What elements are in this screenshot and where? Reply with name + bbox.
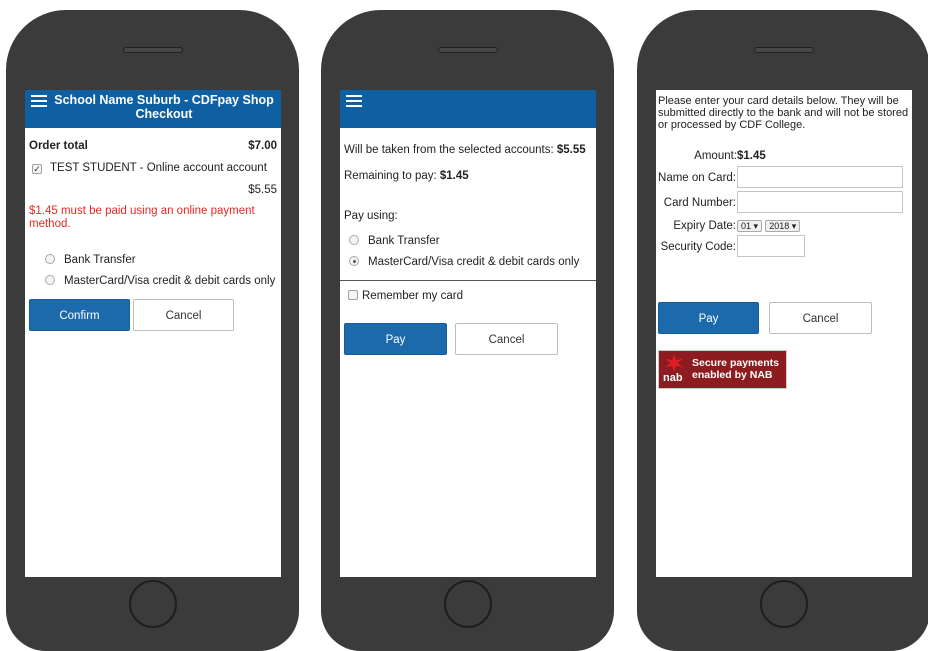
cancel-button[interactable]: Cancel bbox=[455, 323, 558, 355]
home-button[interactable] bbox=[128, 580, 177, 628]
taken-amount: $5.55 bbox=[556, 144, 586, 156]
security-code-input[interactable] bbox=[737, 235, 805, 257]
taken-text: Will be taken from the selected accounts… bbox=[344, 144, 557, 156]
nab-badge-line1: Secure payments bbox=[692, 357, 779, 369]
home-button[interactable] bbox=[759, 580, 808, 628]
taken-from-accounts: Will be taken from the selected accounts… bbox=[344, 144, 586, 156]
app-header bbox=[340, 90, 596, 128]
account-label: TEST STUDENT - Online account account bbox=[50, 162, 267, 174]
amount-label: Amount: bbox=[694, 150, 737, 162]
phone-speaker bbox=[437, 47, 498, 53]
card-number-label: Card Number: bbox=[663, 197, 736, 209]
option-label: MasterCard/Visa credit & debit cards onl… bbox=[368, 256, 580, 268]
nab-logo-text: nab bbox=[663, 372, 683, 384]
option-card[interactable]: MasterCard/Visa credit & debit cards onl… bbox=[349, 256, 579, 268]
page-title: School Name Suburb - CDFpay Shop Checkou… bbox=[54, 93, 274, 121]
cancel-button[interactable]: Cancel bbox=[769, 302, 872, 334]
remember-label: Remember my card bbox=[362, 290, 463, 302]
card-details-screen: Please enter your card details below. Th… bbox=[656, 90, 912, 577]
card-intro-text: Please enter your card details below. Th… bbox=[658, 95, 909, 131]
remaining-amount: $1.45 bbox=[439, 170, 469, 182]
name-label: Name on Card: bbox=[658, 172, 736, 184]
nab-secure-payments-badge: nab Secure payments enabled by NAB bbox=[658, 350, 787, 389]
divider bbox=[340, 280, 596, 281]
cancel-button[interactable]: Cancel bbox=[133, 299, 234, 331]
checkbox-checked-icon[interactable]: ✓ bbox=[32, 164, 42, 174]
expiry-selects: 01 ▾ 2018 ▾ bbox=[737, 220, 801, 233]
radio-selected-icon[interactable] bbox=[349, 256, 359, 266]
option-bank-transfer[interactable]: Bank Transfer bbox=[349, 235, 440, 247]
amount-value: $1.45 bbox=[737, 150, 766, 162]
remaining-text: Remaining to pay: bbox=[344, 170, 440, 182]
phone-speaker bbox=[753, 47, 814, 53]
account-checkbox-row[interactable]: ✓ TEST STUDENT - Online account account bbox=[32, 162, 267, 174]
pay-button[interactable]: Pay bbox=[658, 302, 759, 334]
option-bank-transfer[interactable]: Bank Transfer bbox=[45, 254, 136, 266]
phone-frame-1: School Name Suburb - CDFpay Shop Checkou… bbox=[6, 10, 299, 651]
order-total-label: Order total bbox=[29, 140, 88, 152]
checkbox-unchecked-icon[interactable] bbox=[348, 290, 358, 300]
card-number-input[interactable] bbox=[737, 191, 903, 213]
radio-unselected-icon[interactable] bbox=[349, 235, 359, 245]
pay-button[interactable]: Pay bbox=[344, 323, 447, 355]
expiry-month-select[interactable]: 01 ▾ bbox=[737, 220, 763, 232]
security-code-label: Security Code: bbox=[660, 241, 736, 253]
option-card[interactable]: MasterCard/Visa credit & debit cards onl… bbox=[45, 275, 275, 287]
home-button[interactable] bbox=[443, 580, 492, 628]
radio-unselected-icon[interactable] bbox=[45, 254, 55, 264]
order-total-value: $7.00 bbox=[248, 140, 277, 152]
pay-using-label: Pay using: bbox=[344, 210, 398, 222]
phone-speaker bbox=[122, 47, 183, 53]
hamburger-menu-icon[interactable] bbox=[346, 95, 362, 107]
option-label: Bank Transfer bbox=[368, 235, 440, 247]
confirm-button[interactable]: Confirm bbox=[29, 299, 130, 331]
phone-frame-3: Please enter your card details below. Th… bbox=[637, 10, 928, 651]
amount-row: Amount: bbox=[656, 150, 737, 162]
phone-frame-2: Will be taken from the selected accounts… bbox=[321, 10, 614, 651]
payment-warning: $1.45 must be paid using an online payme… bbox=[29, 205, 255, 230]
nab-badge-text: Secure payments enabled by NAB bbox=[692, 357, 779, 381]
radio-unselected-icon[interactable] bbox=[45, 275, 55, 285]
remember-card-row[interactable]: Remember my card bbox=[348, 290, 463, 302]
hamburger-menu-icon[interactable] bbox=[31, 95, 47, 107]
payment-method-screen: Will be taken from the selected accounts… bbox=[340, 90, 596, 577]
checkout-screen: School Name Suburb - CDFpay Shop Checkou… bbox=[25, 90, 281, 577]
expiry-year-select[interactable]: 2018 ▾ bbox=[765, 220, 801, 232]
app-header: School Name Suburb - CDFpay Shop Checkou… bbox=[25, 90, 281, 128]
nab-star-icon bbox=[665, 354, 683, 372]
remaining-to-pay: Remaining to pay: $1.45 bbox=[344, 170, 469, 182]
option-label: Bank Transfer bbox=[64, 254, 136, 266]
nab-badge-line2: enabled by NAB bbox=[692, 369, 773, 381]
name-on-card-input[interactable] bbox=[737, 166, 903, 188]
expiry-label: Expiry Date: bbox=[673, 220, 736, 232]
account-amount: $5.55 bbox=[248, 184, 277, 196]
option-label: MasterCard/Visa credit & debit cards onl… bbox=[64, 275, 276, 287]
